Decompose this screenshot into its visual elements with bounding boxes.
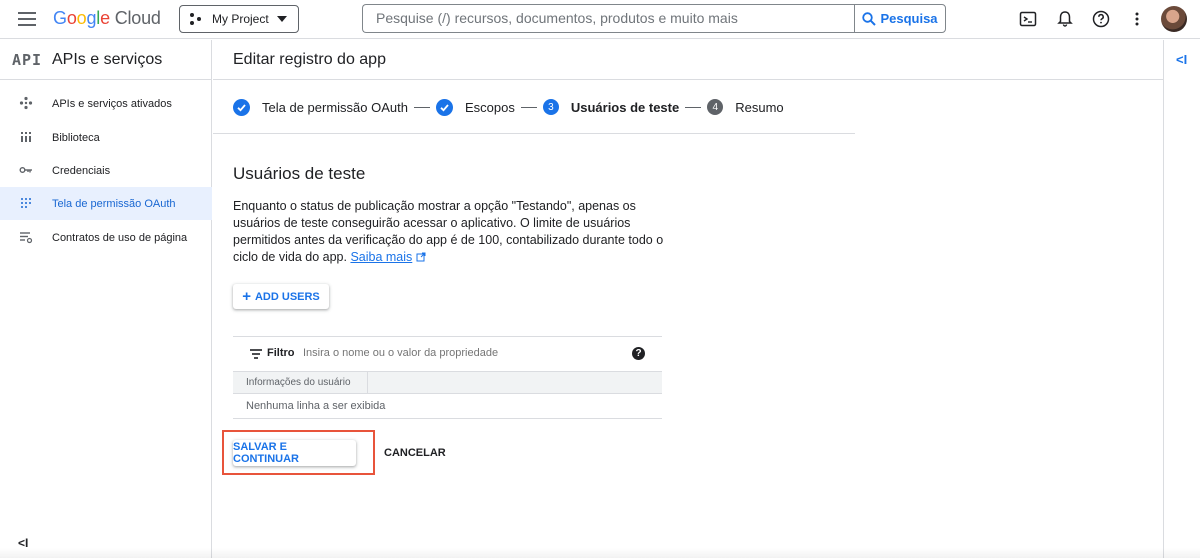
sidebar-item-label: Credenciais	[52, 164, 111, 177]
step-complete-check-icon	[435, 98, 453, 116]
key-icon	[19, 166, 32, 173]
add-users-button[interactable]: + ADD USERS	[233, 284, 329, 309]
column-header-user-info[interactable]: Informações do usuário	[233, 372, 368, 393]
step-number-badge: 4	[707, 99, 724, 115]
google-cloud-logo[interactable]: Google Cloud	[53, 8, 161, 29]
main-content: Editar registro do app Tela de permissão…	[213, 40, 1163, 558]
search-button[interactable]: Pesquisa	[854, 4, 946, 33]
apis-dashboard-icon	[19, 96, 33, 110]
divider	[213, 79, 1163, 80]
project-label: My Project	[212, 12, 269, 26]
expand-panel-icon[interactable]: <I	[1176, 52, 1187, 67]
test-users-description: Enquanto o status de publicação mostrar …	[233, 199, 664, 264]
sidebar-header: API APIs e serviços	[0, 40, 212, 80]
right-rail: <I	[1163, 40, 1200, 558]
sidebar-item-credentials[interactable]: Credenciais	[0, 154, 212, 187]
caret-down-icon	[276, 16, 287, 22]
divider	[213, 133, 855, 134]
filter-bar: Filtro ?	[233, 337, 662, 371]
sidebar-item-library[interactable]: Biblioteca	[0, 121, 212, 154]
notifications-bell-icon[interactable]	[1055, 9, 1075, 29]
sidebar-item-enabled-apis[interactable]: APIs e serviços ativados	[0, 87, 212, 120]
step-scopes[interactable]: Escopos	[465, 100, 515, 115]
learn-more-link[interactable]: Saiba mais	[350, 250, 412, 264]
step-connector	[520, 106, 537, 108]
step-connector	[685, 106, 702, 108]
user-avatar[interactable]	[1161, 6, 1187, 32]
step-test-users[interactable]: Usuários de teste	[571, 100, 679, 115]
table-empty-row: Nenhuma linha a ser exibida	[233, 394, 662, 419]
page-title: Editar registro do app	[233, 51, 386, 68]
sidebar-item-page-usage-agreements[interactable]: Contratos de uso de página	[0, 221, 212, 254]
table-header: Informações do usuário	[233, 371, 662, 394]
left-sidebar: API APIs e serviços APIs e serviços ativ…	[0, 40, 212, 558]
filter-label: Filtro	[267, 347, 295, 359]
stepper: Tela de permissão OAuth Escopos 3 Usuári…	[233, 98, 784, 116]
help-circle-icon[interactable]: ?	[632, 347, 645, 360]
top-bar: Google Cloud My Project Pesquise (/) rec…	[0, 0, 1200, 39]
sidebar-item-label: Tela de permissão OAuth	[52, 197, 176, 210]
cloud-shell-terminal-icon[interactable]	[1018, 9, 1038, 29]
more-vert-icon[interactable]	[1127, 9, 1147, 29]
page-usage-icon	[20, 232, 33, 244]
sidebar-item-label: APIs e serviços ativados	[52, 97, 172, 110]
test-users-table: Filtro ? Informações do usuário Nenhuma …	[233, 336, 662, 419]
sidebar-title: APIs e serviços	[52, 51, 163, 68]
step-summary[interactable]: Resumo	[735, 100, 783, 115]
oauth-consent-icon	[21, 198, 31, 208]
open-in-new-icon	[416, 252, 426, 262]
section-title: Usuários de teste	[233, 164, 366, 183]
sidebar-item-label: Contratos de uso de página	[52, 231, 188, 244]
collapse-sidebar-icon[interactable]: <I	[18, 536, 28, 550]
cancel-button[interactable]: CANCELAR	[376, 440, 454, 466]
filter-input[interactable]	[303, 347, 603, 359]
sidebar-item-oauth-consent[interactable]: Tela de permissão OAuth	[0, 187, 212, 220]
library-icon	[21, 132, 31, 142]
help-icon[interactable]	[1091, 9, 1111, 29]
search-input[interactable]: Pesquise (/) recursos, documentos, produ…	[362, 4, 855, 33]
step-number-badge: 3	[542, 99, 559, 115]
project-selector-button[interactable]: My Project	[179, 5, 299, 33]
search-icon	[862, 11, 877, 26]
plus-icon: +	[242, 288, 251, 305]
step-connector	[413, 106, 430, 108]
hamburger-menu-icon[interactable]	[18, 12, 36, 26]
project-dots-icon	[190, 13, 204, 25]
step-complete-check-icon	[233, 98, 250, 116]
api-badge-icon: API	[12, 51, 43, 69]
step-oauth-consent[interactable]: Tela de permissão OAuth	[262, 100, 408, 115]
filter-list-icon	[250, 349, 262, 359]
sidebar-item-label: Biblioteca	[52, 131, 100, 144]
save-and-continue-button[interactable]: SALVAR E CONTINUAR	[233, 440, 356, 466]
